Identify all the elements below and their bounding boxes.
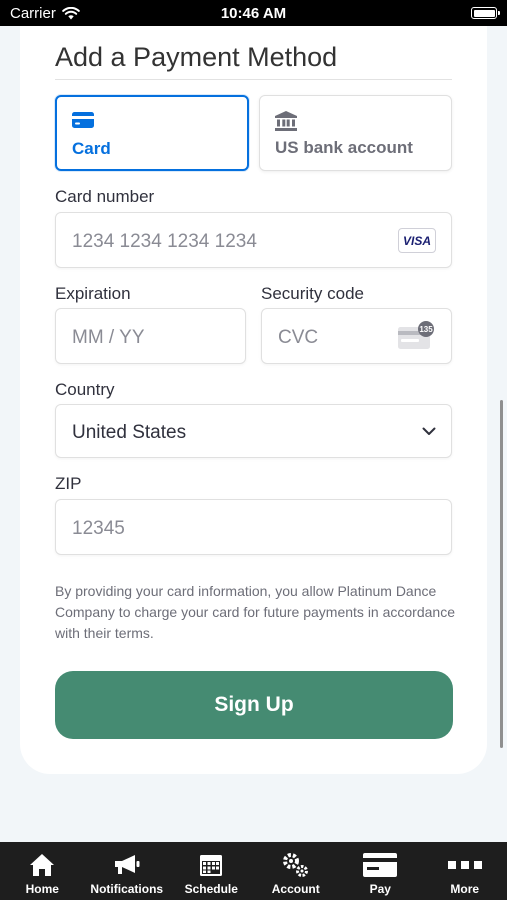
tab-bank-label: US bank account — [275, 138, 413, 157]
tabbar-label-home: Home — [25, 882, 59, 896]
ellipsis-icon — [447, 861, 482, 869]
chevron-down-icon — [422, 427, 436, 435]
tabbar-label-schedule: Schedule — [184, 882, 238, 896]
battery-icon — [471, 7, 500, 19]
card-number-placeholder: 1234 1234 1234 1234 — [72, 231, 257, 252]
expiration-input[interactable]: MM / YY — [55, 308, 246, 364]
tabbar-item-account[interactable]: Account — [254, 842, 339, 900]
bank-icon — [275, 111, 297, 131]
tabbar-item-home[interactable]: Home — [0, 842, 85, 900]
gears-icon — [282, 853, 308, 877]
cvc-badge-text: 135 — [419, 325, 433, 334]
wifi-icon — [62, 6, 80, 19]
tabbar-item-pay[interactable]: Pay — [338, 842, 423, 900]
sign-up-button[interactable]: Sign Up — [55, 671, 453, 739]
bottom-tab-bar: Home Notifications Schedule Account Pay … — [0, 842, 507, 900]
expiration-placeholder: MM / YY — [72, 327, 145, 348]
security-code-input[interactable]: CVC 135 — [261, 308, 452, 364]
zip-input[interactable]: 12345 — [55, 499, 452, 555]
tabbar-label-account: Account — [271, 882, 320, 896]
page-title: Add a Payment Method — [55, 42, 338, 72]
calendar-icon — [200, 855, 223, 876]
visa-icon: VISA — [398, 228, 436, 253]
zip-placeholder: 12345 — [72, 518, 125, 539]
carrier-label: Carrier — [10, 4, 56, 22]
home-icon — [30, 854, 55, 876]
title-divider — [55, 79, 452, 80]
card-number-input[interactable]: 1234 1234 1234 1234 VISA — [55, 212, 452, 268]
status-bar: Carrier 10:46 AM — [0, 0, 507, 26]
tab-card[interactable]: Card — [55, 95, 249, 171]
tabbar-label-notifications: Notifications — [90, 882, 164, 896]
consent-text: By providing your card information, you … — [55, 583, 455, 641]
cvc-card-icon: 135 — [398, 321, 434, 349]
country-value: United States — [72, 422, 187, 443]
card-number-label: Card number — [55, 187, 155, 206]
tabbar-label-pay: Pay — [369, 882, 391, 896]
tabbar-label-more: More — [450, 882, 480, 896]
security-code-label: Security code — [261, 284, 364, 303]
status-left: Carrier — [10, 5, 80, 22]
tab-us-bank-account[interactable]: US bank account — [259, 95, 452, 171]
tab-card-label: Card — [72, 139, 111, 158]
megaphone-icon — [114, 855, 140, 874]
scrollbar[interactable] — [500, 400, 503, 748]
credit-card-icon — [72, 112, 94, 128]
country-label: Country — [55, 380, 115, 399]
security-code-placeholder: CVC — [278, 327, 319, 348]
zip-label: ZIP — [55, 474, 82, 493]
country-select[interactable]: United States — [55, 404, 452, 458]
expiration-label: Expiration — [55, 284, 131, 303]
tabbar-item-more[interactable]: More — [423, 842, 507, 900]
tabbar-item-notifications[interactable]: Notifications — [85, 842, 170, 900]
credit-card-icon — [363, 853, 398, 877]
tabbar-item-schedule[interactable]: Schedule — [169, 842, 254, 900]
